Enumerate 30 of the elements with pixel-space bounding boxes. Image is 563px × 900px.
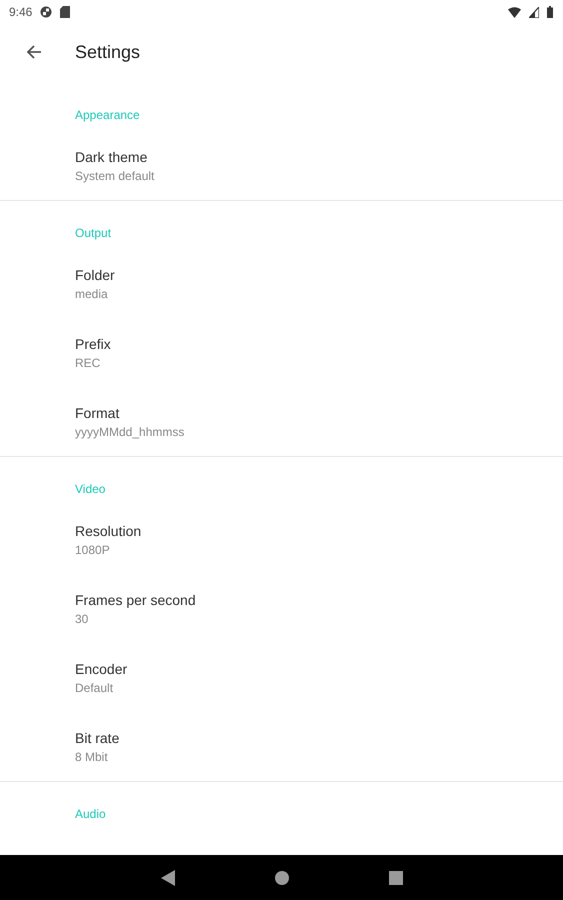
- wifi-icon: [508, 6, 521, 18]
- setting-title[interactable]: Dark theme: [75, 147, 148, 167]
- category-title: Video: [75, 481, 106, 498]
- back-icon[interactable]: [160, 870, 174, 886]
- setting-summary: 8 Mbit: [75, 749, 108, 766]
- notification-icon: [40, 6, 52, 18]
- signal-icon: [529, 6, 539, 18]
- category-title: Appearance: [75, 107, 140, 124]
- setting-title[interactable]: Prefix: [75, 334, 111, 354]
- setting-title[interactable]: Resolution: [75, 521, 142, 541]
- category-title: Audio: [75, 806, 106, 823]
- setting-summary: yyyyMMdd_hhmmss: [75, 424, 184, 441]
- sd-card-icon: [60, 6, 70, 18]
- setting-summary: System default: [75, 168, 154, 185]
- setting-title[interactable]: Encoder: [75, 659, 128, 679]
- setting-title[interactable]: Format: [75, 403, 120, 423]
- home-icon[interactable]: [274, 870, 288, 884]
- status-time: 9:46: [9, 5, 32, 19]
- setting-title[interactable]: Folder: [75, 265, 115, 285]
- setting-title[interactable]: Bit rate: [75, 728, 120, 748]
- toolbar-title: Settings: [75, 42, 140, 62]
- setting-summary: media: [75, 286, 108, 303]
- setting-summary: 1080P: [75, 542, 110, 559]
- recents-icon[interactable]: [388, 870, 402, 884]
- setting-summary: Default: [75, 680, 114, 697]
- setting-title[interactable]: Frames per second: [75, 590, 196, 610]
- setting-summary: 30: [75, 611, 88, 628]
- setting-summary: REC: [75, 355, 100, 372]
- category-title: Output: [75, 225, 112, 242]
- battery-icon: [547, 6, 553, 18]
